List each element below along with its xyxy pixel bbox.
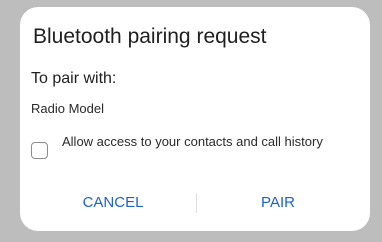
pair-with-label: To pair with: xyxy=(31,70,117,87)
device-name: Radio Model xyxy=(31,101,104,116)
bluetooth-pairing-dialog: Bluetooth pairing request To pair with: … xyxy=(20,7,370,231)
button-divider xyxy=(196,193,197,213)
contacts-access-label: Allow access to your contacts and call h… xyxy=(62,134,323,149)
screen: Bluetooth pairing request To pair with: … xyxy=(0,0,382,242)
dialog-button-bar: CANCEL PAIR xyxy=(20,186,370,220)
contacts-access-checkbox[interactable] xyxy=(31,142,48,159)
contacts-access-option[interactable]: Allow access to your contacts and call h… xyxy=(31,134,361,168)
dialog-title: Bluetooth pairing request xyxy=(33,25,267,48)
pair-button[interactable]: PAIR xyxy=(203,186,353,220)
cancel-button[interactable]: CANCEL xyxy=(38,186,188,220)
